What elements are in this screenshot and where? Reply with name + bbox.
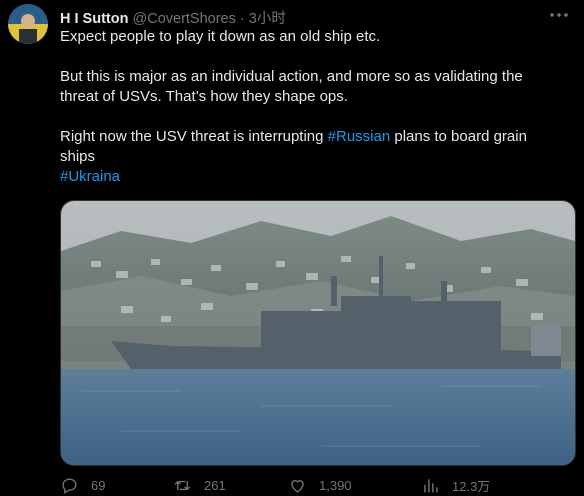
retweet-count: 261 [204, 478, 226, 493]
hashtag-ukraina[interactable]: #Ukraina [60, 168, 120, 185]
tweet-line-3: Right now the USV threat is interrupting… [60, 127, 565, 167]
like-button[interactable]: 1,390 [288, 476, 352, 495]
tweet-line-1: Expect people to play it down as an old … [60, 28, 381, 45]
reply-count: 69 [91, 478, 106, 493]
tweet-line-3-prefix: Right now the USV threat is interrupting [60, 128, 328, 145]
views-count: 12.3万 [452, 479, 491, 494]
author-avatar[interactable] [8, 4, 48, 44]
views-button[interactable]: 12.3万 [421, 476, 490, 495]
heart-icon [291, 480, 304, 493]
tweet-header: H I Sutton @CovertShores · 3小时 [60, 7, 574, 27]
retweet-icon [174, 480, 191, 491]
tweet-line-2: But this is major as an individual actio… [60, 68, 523, 105]
views-icon [424, 479, 438, 493]
tweet-photo[interactable] [60, 200, 576, 466]
hashtag-russian[interactable]: #Russian [328, 128, 391, 145]
more-options-icon[interactable] [544, 4, 574, 26]
author-name[interactable]: H I Sutton [60, 11, 128, 27]
reply-button[interactable]: 69 [60, 476, 105, 495]
retweet-button[interactable]: 261 [173, 476, 226, 495]
author-handle[interactable]: @CovertShores [133, 11, 236, 27]
tweet-text: Expect people to play it down as an old … [60, 27, 565, 187]
tweet-time[interactable]: 3小时 [249, 11, 286, 27]
meta-separator: · [239, 11, 245, 27]
reply-icon [62, 478, 77, 494]
like-count: 1,390 [319, 478, 352, 493]
tweet-actions: 69 261 1,390 12.3万 [60, 476, 574, 496]
